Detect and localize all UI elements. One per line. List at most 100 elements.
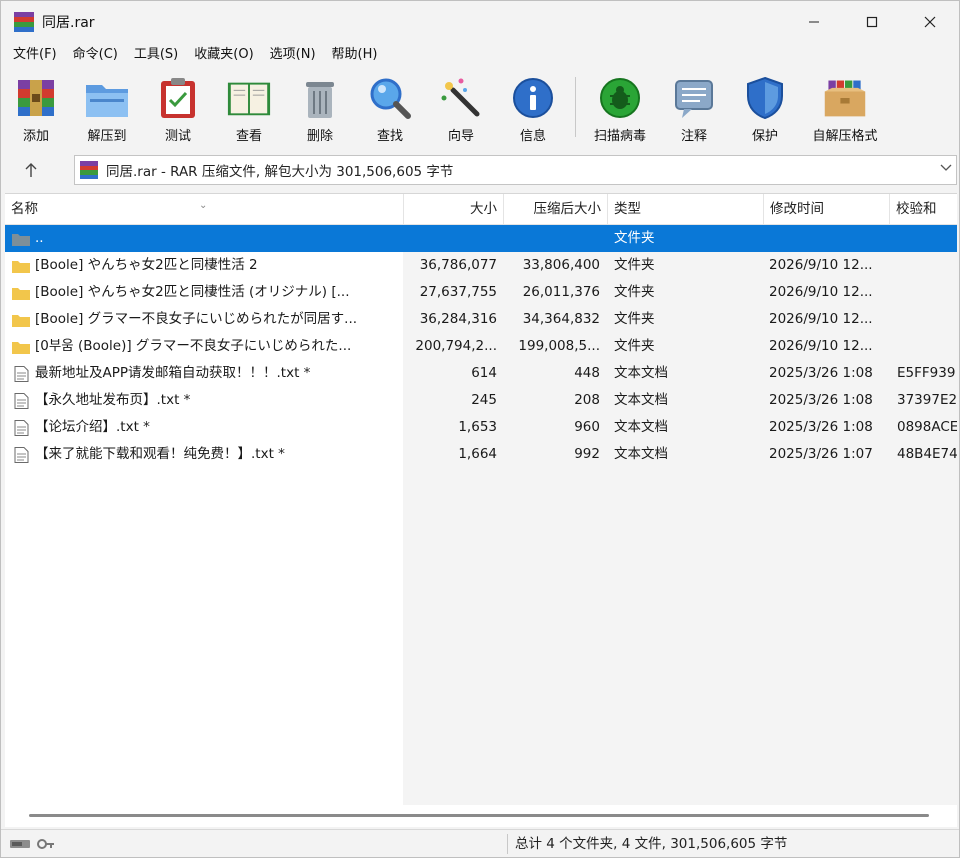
file-modified xyxy=(769,225,887,252)
file-name: 【来了就能下载和观看！纯免费！】.txt * xyxy=(35,446,285,462)
column-mtime-header[interactable]: 修改时间 xyxy=(763,194,889,225)
magnifier-icon xyxy=(367,75,413,121)
file-type: 文本文档 xyxy=(614,365,668,381)
file-row[interactable]: 【来了就能下载和观看！纯免费！】.txt * 1,664 992 文本文档 2025/3… xyxy=(5,441,957,468)
file-name: [Boole] グラマー不良女子にいじめられたが同居す... xyxy=(35,311,358,327)
status-bar: 总计 4 个文件夹, 4 文件, 301,506,605 字节 xyxy=(1,829,959,857)
info-icon xyxy=(510,75,556,121)
menu-options[interactable]: 选项(N) xyxy=(262,43,324,67)
address-combobox[interactable]: 同居.rar - RAR 压缩文件, 解包大小为 301,506,605 字节 xyxy=(74,155,957,185)
info-label: 信息 xyxy=(519,129,546,144)
menu-file[interactable]: 文件(F) xyxy=(5,43,65,67)
add-button[interactable]: 添加 xyxy=(1,69,71,147)
file-row[interactable]: .. 文件夹 xyxy=(5,225,957,252)
extract-to-button[interactable]: 解压到 xyxy=(71,69,143,147)
delete-button[interactable]: 删除 xyxy=(285,69,355,147)
file-name-cell: [Boole] グラマー不良女子にいじめられたが同居す... xyxy=(11,306,401,333)
file-packed-size: 992 xyxy=(574,446,600,462)
wizard-button[interactable]: 向导 xyxy=(425,69,497,147)
status-icons xyxy=(9,837,55,851)
menu-help[interactable]: 帮助(H) xyxy=(324,43,386,67)
scan-virus-button[interactable]: 扫描病毒 xyxy=(582,69,658,147)
file-packed-size: 33,806,400 xyxy=(522,257,600,273)
protect-button[interactable]: 保护 xyxy=(730,69,800,147)
menu-bar: 文件(F) 命令(C) 工具(S) 收藏夹(O) 选项(N) 帮助(H) xyxy=(1,43,959,67)
test-button[interactable]: 测试 xyxy=(143,69,213,147)
file-row[interactable]: [0부움 (Boole)] グラマー不良女子にいじめられた... 200,794,… xyxy=(5,333,957,360)
file-row[interactable]: 【论坛介绍】.txt * 1,653 960 文本文档 2025/3/26 1:08 08… xyxy=(5,414,957,441)
file-name-cell: 【永久地址发布页】.txt * xyxy=(11,387,401,414)
shield-icon xyxy=(742,75,788,121)
scan-virus-label: 扫描病毒 xyxy=(593,129,646,144)
column-type-header[interactable]: 类型 xyxy=(607,194,763,225)
add-archive-icon xyxy=(13,75,59,121)
file-name: 【论坛介绍】.txt * xyxy=(35,419,150,435)
file-crc: E5FF939 xyxy=(897,365,956,381)
file-row[interactable]: [Boole] グラマー不良女子にいじめられたが同居す... 36,284,316… xyxy=(5,306,957,333)
menu-favorites[interactable]: 收藏夹(O) xyxy=(186,43,261,67)
menu-commands[interactable]: 命令(C) xyxy=(65,43,126,67)
winrar-window: 同居.rar 文件(F) 命令(C) 工具(S) 收藏夹(O) 选项(N) 帮助… xyxy=(0,0,960,858)
comment-button[interactable]: 注释 xyxy=(658,69,730,147)
find-button[interactable]: 查找 xyxy=(355,69,425,147)
comment-icon xyxy=(671,75,717,121)
file-row[interactable]: 【永久地址发布页】.txt * 245 208 文本文档 2025/3/26 1:08 3… xyxy=(5,387,957,414)
file-modified: 2026/9/10 12... xyxy=(769,311,873,327)
sfx-button[interactable]: 自解压格式 xyxy=(800,69,890,147)
drive-icon[interactable] xyxy=(9,837,31,851)
file-crc: 48B4E74 xyxy=(897,446,957,462)
sfx-box-icon xyxy=(822,75,868,121)
extract-folder-icon xyxy=(84,75,130,121)
wizard-label: 向导 xyxy=(447,129,474,144)
file-row[interactable]: [Boole] やんちゃ女2匹と同棲性活 (オリジナル) [... 27,637,… xyxy=(5,279,957,306)
key-icon[interactable] xyxy=(37,837,55,851)
view-button[interactable]: 查看 xyxy=(213,69,285,147)
minimize-button[interactable] xyxy=(785,1,843,43)
chevron-down-icon[interactable] xyxy=(940,162,952,175)
file-crc xyxy=(897,306,957,333)
file-packed-size xyxy=(503,225,600,252)
winrar-app-icon xyxy=(14,12,34,32)
file-modified: 2025/3/26 1:08 xyxy=(769,365,873,381)
file-type: 文件夹 xyxy=(614,284,655,300)
file-size xyxy=(405,225,497,252)
close-button[interactable] xyxy=(901,1,959,43)
file-packed-size: 34,364,832 xyxy=(522,311,600,327)
file-modified: 2026/9/10 12... xyxy=(769,257,873,273)
file-row[interactable]: 最新地址及APP请发邮箱自动获取！！！.txt * 614 448 文本文档 2025/… xyxy=(5,360,957,387)
column-packed-header[interactable]: 压缩后大小 xyxy=(503,194,607,225)
scrollbar-thumb[interactable] xyxy=(29,814,929,817)
menu-tools[interactable]: 工具(S) xyxy=(126,43,186,67)
file-list[interactable]: 名称 ⌄ 大小 压缩后大小 类型 修改时间 校验和 .. 文件夹 [Boole] や… xyxy=(5,193,957,805)
maximize-button[interactable] xyxy=(843,1,901,43)
view-book-icon xyxy=(226,75,272,121)
horizontal-scrollbar[interactable] xyxy=(5,805,957,827)
column-crc-header[interactable]: 校验和 xyxy=(889,194,957,225)
column-header: 名称 ⌄ 大小 压缩后大小 类型 修改时间 校验和 xyxy=(5,194,957,225)
file-packed-size: 448 xyxy=(574,365,600,381)
file-name-cell: [Boole] やんちゃ女2匹と同棲性活 (オリジナル) [... xyxy=(11,279,401,306)
text-file-icon xyxy=(11,446,35,463)
rar-archive-icon xyxy=(80,161,98,179)
window-controls xyxy=(785,1,959,43)
column-size-header[interactable]: 大小 xyxy=(403,194,503,225)
test-label: 测试 xyxy=(164,129,191,144)
file-rows: .. 文件夹 [Boole] やんちゃ女2匹と同棲性活 2 36,786,077 33,… xyxy=(5,225,957,468)
protect-label: 保护 xyxy=(751,129,778,144)
file-name-cell: [Boole] やんちゃ女2匹と同棲性活 2 xyxy=(11,252,401,279)
file-crc xyxy=(897,252,957,279)
file-name-cell: 【来了就能下载和观看！纯免费！】.txt * xyxy=(11,441,401,468)
file-name: .. xyxy=(35,230,44,246)
find-label: 查找 xyxy=(376,129,403,144)
text-file-icon xyxy=(11,365,35,382)
sfx-label: 自解压格式 xyxy=(812,129,878,144)
up-one-level-button[interactable] xyxy=(1,151,61,189)
comment-label: 注释 xyxy=(680,129,707,144)
file-type: 文件夹 xyxy=(614,230,655,246)
add-label: 添加 xyxy=(22,129,49,144)
column-name-header[interactable]: 名称 ⌄ xyxy=(5,194,403,225)
file-row[interactable]: [Boole] やんちゃ女2匹と同棲性活 2 36,786,077 33,806,4… xyxy=(5,252,957,279)
info-button[interactable]: 信息 xyxy=(497,69,569,147)
title-bar[interactable]: 同居.rar xyxy=(1,1,959,43)
file-name: [Boole] やんちゃ女2匹と同棲性活 (オリジナル) [... xyxy=(35,284,350,300)
